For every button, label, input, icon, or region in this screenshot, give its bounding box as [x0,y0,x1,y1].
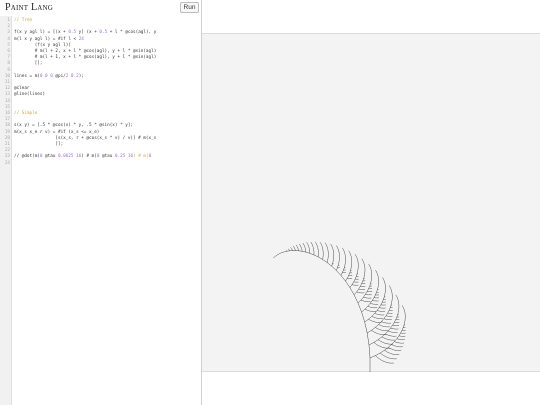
line-number: 6 [7,49,10,54]
code-token: @line(lines) [14,92,46,98]
code-token: [s(x_s, r + @cos(x_s * v) / v)] # m(x_s [14,135,157,141]
run-button[interactable]: Run [180,2,199,13]
code-token: m(x_s x_e r v) = #if (x_s <= x_e) [14,129,100,135]
line-number: 3 [7,30,10,36]
line-number: 2 [7,24,10,30]
line-number: 23 [4,154,10,160]
code-token: 0.25 16 [114,154,134,160]
code-token: # m(l + 1, x + l * @cos(agl), y + l * @s… [14,55,157,61]
code-line: // Tree [14,18,32,23]
code-line: []; [14,142,63,147]
fractal-fern-drawing [273,241,406,372]
line-number: 15 [4,104,10,110]
line-number: 8 [7,61,10,67]
code-editor[interactable]: 1 2 3 4 5 6 7 8 9 10 11 12 13 14 15 16 17 18 19 20 21 22 23 24 … [0,16,201,405]
line-number: 16 [4,111,10,116]
code-line: # m(l + 2, x + l * @cos(agl), y + l * @s… [14,49,157,54]
code-token: // Simple [14,111,38,116]
line-number: 9 [7,67,10,73]
code-token: f(x y agl l) = [(x + [14,30,69,36]
code-line: @clear [14,86,30,91]
fern-strokes [273,241,406,372]
code-token: 2 0.2 [65,73,79,79]
code-token: # m(l + 2, x + l * @cos(agl), y + l * @s… [14,49,157,54]
code-token: 0 [148,154,152,160]
code-token: (f(x y agl l)) [14,42,71,48]
code-token: ); [78,73,84,79]
code-token: + l * @cos(agl), y [107,30,157,36]
line-number: 24 [4,160,10,166]
code-line: [s(x_s, r + @cos(x_s * v) / v)] # m(x_s [14,136,156,141]
code-line: f(x y agl l) = [(x + 0.5 y] (x + 0.5 + l… [14,30,156,35]
output-panel [202,0,540,405]
code-token: ) # m( [133,154,149,160]
code-token: ) # m( [81,154,97,160]
app-title: Paint Lang [5,2,54,13]
code-token: @tau [42,154,58,160]
code-line: []; [14,61,43,67]
code-line: @line(lines) [14,92,45,97]
drawing-canvas[interactable] [202,33,540,372]
code-line: m(l x y agl l) = #if l < 24 [14,37,84,42]
code-line: (f(x y agl l)) [14,43,71,48]
code-token: 0.0625 16 [58,154,82,160]
line-number: 7 [7,55,10,61]
code-token: @pi/ [52,73,66,79]
code-token: // Tree [14,18,33,23]
code-token: 0.5 [68,30,77,36]
code-token: m(l x y agl l) = #if l < [14,36,79,42]
line-number: 4 [7,36,10,42]
code-token: 0 0 0 [39,73,53,79]
code-token: []; [14,142,64,147]
code-token: @tau [99,154,115,160]
code-line: m(x_s x_e r v) = #if (x_s <= x_e) [14,130,99,135]
line-number: 13 [4,92,10,98]
editor-header: Paint Lang Run [0,0,202,16]
line-number: 22 [4,148,10,154]
code-line: lines = m(0 0 0 @pi/2 0.2); [14,74,84,79]
code-line: # m(l + 1, x + l * @cos(agl), y + l * @s… [14,55,157,61]
line-number: 11 [4,80,10,85]
code-line: s(x y) = [.5 * @cos(x) * y, .5 * @sin(x)… [14,123,133,128]
code-token: []; [14,61,43,67]
code-line: // Simple [14,111,37,116]
line-number: 5 [7,42,10,48]
code-token: // @dot(m( [14,154,40,160]
code-token: y] (x + [76,30,100,36]
editor-panel: Paint Lang Run 1 2 3 4 5 6 7 8 9 10 11 12 13 14 15 16 17… [0,0,202,405]
line-number: 20 [4,135,10,141]
line-number: 17 [4,117,10,123]
code-line: // @dot(m(0 @tau 0.0625 16) # m(0 @tau 0… [14,154,151,159]
code-token: @clear [14,86,30,92]
code-token: lines = m( [14,73,40,79]
app-window: Paint Lang Run 1 2 3 4 5 6 7 8 9 10 11 12 13 14 15 16 17… [0,0,540,405]
line-number: 12 [4,86,10,92]
line-number: 18 [4,123,10,129]
line-number: 21 [4,142,10,147]
code-token: s(x y) = [.5 * @cos(x) * y, .5 * @sin(x)… [14,123,133,129]
code-token: 24 [78,36,84,42]
line-number: 10 [4,73,10,79]
line-number: 14 [4,98,10,104]
code-token: 0.5 [99,30,108,36]
line-number: 1 [7,18,10,23]
line-number: 19 [4,129,10,135]
line-number-gutter: 1 2 3 4 5 6 7 8 9 10 11 12 13 14 15 16 17 18 19 20 21 22 23 24 [0,16,12,405]
